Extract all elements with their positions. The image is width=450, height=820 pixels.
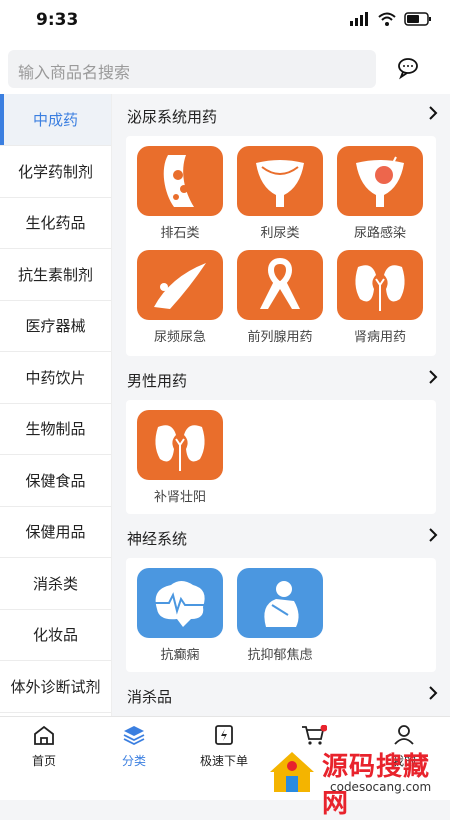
sidebar-item-label: 保健食品 bbox=[25, 471, 86, 490]
search-placeholder: 输入商品名搜索 bbox=[18, 63, 131, 82]
sidebar-item-huaxueyao[interactable]: 化学药制剂 bbox=[0, 146, 111, 198]
clock: 9:33 bbox=[36, 10, 79, 30]
message-icon[interactable] bbox=[396, 56, 420, 80]
sidebar-item-zhongyao[interactable]: 中药饮片 bbox=[0, 352, 111, 404]
section-header-male[interactable]: 男性用药 bbox=[112, 358, 450, 398]
tab-label: 极速下单 bbox=[199, 754, 248, 768]
section-card-male: 补肾壮阳 bbox=[126, 400, 436, 514]
battery-icon bbox=[404, 12, 431, 26]
sidebar-item-label: 医疗器械 bbox=[25, 317, 86, 336]
tile-label: 肾病用药 bbox=[353, 330, 406, 345]
category-tile[interactable]: 肾病用药 bbox=[336, 250, 424, 345]
wifi-icon bbox=[378, 12, 396, 26]
tab-category[interactable]: 分类 bbox=[94, 725, 174, 769]
tab-label: 分类 bbox=[121, 754, 146, 768]
chevron-right-icon bbox=[429, 528, 438, 542]
category-tile[interactable]: 前列腺用药 bbox=[236, 250, 324, 345]
sidebar-item-label: 化学药制剂 bbox=[17, 162, 93, 181]
tab-quick-order[interactable]: 极速下单 bbox=[184, 725, 264, 769]
section-card-nervous: 抗癫痫 抗抑郁焦虑 bbox=[126, 558, 436, 672]
search-input[interactable]: 输入商品名搜索 bbox=[8, 50, 376, 88]
section-header-urinary[interactable]: 泌尿系统用药 bbox=[112, 94, 450, 134]
search-header: 输入商品名搜索 bbox=[0, 44, 450, 94]
chevron-right-icon bbox=[429, 370, 438, 384]
sidebar-item-label: 消杀类 bbox=[32, 574, 78, 593]
category-sidebar: 中成药 化学药制剂 生化药品 抗生素制剂 医疗器械 中药饮片 生物制品 保健食品… bbox=[0, 94, 112, 716]
sidebar-item-label: 化妆品 bbox=[32, 626, 78, 645]
tab-label: 首页 bbox=[31, 754, 56, 768]
tile-label: 前列腺用药 bbox=[247, 330, 313, 345]
category-tile[interactable]: 尿路感染 bbox=[336, 146, 424, 241]
category-tile[interactable]: 抗癫痫 bbox=[136, 568, 224, 663]
status-bar: 9:33 bbox=[0, 0, 450, 44]
layers-icon bbox=[123, 726, 145, 746]
sidebar-item-shenghua[interactable]: 生化药品 bbox=[0, 198, 111, 249]
sidebar-item-tiwai[interactable]: 体外诊断试剂 bbox=[0, 661, 111, 713]
tile-label: 利尿类 bbox=[260, 226, 300, 241]
tab-home[interactable]: 首页 bbox=[4, 725, 84, 769]
chevron-right-icon bbox=[429, 686, 438, 700]
sidebar-item-label: 抗生素制剂 bbox=[17, 265, 93, 284]
sidebar-item-baojian-goods[interactable]: 保健用品 bbox=[0, 507, 111, 558]
sidebar-item-label: 中药饮片 bbox=[25, 368, 86, 387]
watermark: 源码搜藏网 codesocang.com bbox=[260, 742, 450, 819]
kidney-stone-icon bbox=[137, 146, 223, 216]
chevron-right-icon bbox=[429, 106, 438, 120]
brain-wave-icon bbox=[137, 568, 223, 638]
signal-icon bbox=[350, 12, 368, 26]
sidebar-item-label: 生物制品 bbox=[25, 420, 86, 439]
sidebar-item-label: 中成药 bbox=[32, 111, 78, 129]
watermark-url: codesocang.com bbox=[330, 780, 432, 794]
category-tile[interactable]: 抗抑郁焦虑 bbox=[236, 568, 324, 663]
sidebar-item-label: 保健用品 bbox=[25, 523, 86, 542]
infection-icon bbox=[337, 146, 423, 216]
section-header-nervous[interactable]: 神经系统 bbox=[112, 516, 450, 556]
tile-label: 尿频尿急 bbox=[153, 330, 206, 345]
section-card-urinary: 排石类 利尿类 尿路感染 尿频尿急 前列腺用药 肾病用药 bbox=[126, 136, 436, 356]
section-title: 男性用药 bbox=[127, 372, 188, 390]
tile-label: 抗癫痫 bbox=[160, 648, 200, 663]
sidebar-item-zhongchengyao[interactable]: 中成药 bbox=[0, 94, 111, 146]
sidebar-item-xiaosha[interactable]: 消杀类 bbox=[0, 558, 111, 610]
section-title: 神经系统 bbox=[127, 530, 188, 548]
sidebar-item-label: 生化药品 bbox=[25, 214, 86, 233]
sidebar-item-label: 体外诊断试剂 bbox=[10, 677, 101, 696]
category-tile[interactable]: 利尿类 bbox=[236, 146, 324, 241]
sidebar-item-huazhuang[interactable]: 化妆品 bbox=[0, 610, 111, 661]
section-title: 消杀品 bbox=[127, 688, 173, 706]
tile-label: 尿路感染 bbox=[353, 226, 406, 241]
home-icon bbox=[34, 725, 54, 745]
tile-label: 补肾壮阳 bbox=[153, 490, 206, 505]
kidney-icon bbox=[137, 410, 223, 480]
lightning-icon bbox=[215, 725, 233, 745]
bladder-icon bbox=[237, 146, 323, 216]
category-tile[interactable]: 尿频尿急 bbox=[136, 250, 224, 345]
category-content: 泌尿系统用药 排石类 利尿类 尿路感染 尿频尿急 前列腺用药 肾病用药 男性用药… bbox=[112, 94, 450, 716]
section-title: 泌尿系统用药 bbox=[127, 108, 218, 126]
frequent-urination-icon bbox=[137, 250, 223, 320]
tile-label: 排石类 bbox=[160, 226, 200, 241]
status-icons bbox=[350, 12, 432, 26]
section-header-disinfect[interactable]: 消杀品 bbox=[112, 674, 450, 714]
watermark-logo-icon bbox=[270, 752, 314, 792]
sidebar-item-kangshengsu[interactable]: 抗生素制剂 bbox=[0, 249, 111, 301]
kidney-icon bbox=[337, 250, 423, 320]
category-tile[interactable]: 排石类 bbox=[136, 146, 224, 241]
category-tile[interactable]: 补肾壮阳 bbox=[136, 410, 224, 505]
tile-label: 抗抑郁焦虑 bbox=[247, 648, 313, 663]
sidebar-item-baojian-food[interactable]: 保健食品 bbox=[0, 455, 111, 507]
depressed-person-icon bbox=[237, 568, 323, 638]
sidebar-item-yiliao[interactable]: 医疗器械 bbox=[0, 301, 111, 352]
ribbon-icon bbox=[237, 250, 323, 320]
sidebar-item-shengwu[interactable]: 生物制品 bbox=[0, 404, 111, 455]
